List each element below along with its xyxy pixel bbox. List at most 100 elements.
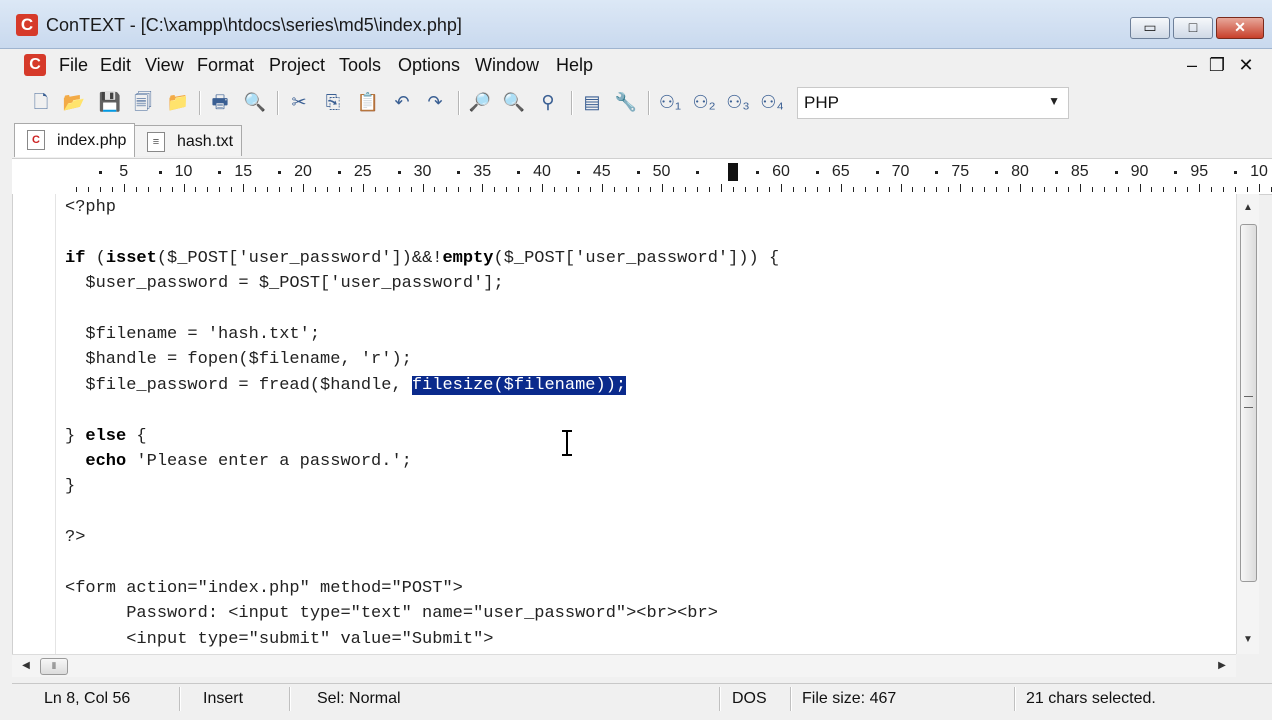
menu-help[interactable]: Help xyxy=(556,55,593,76)
ruler-tick xyxy=(518,187,520,192)
status-divider xyxy=(289,687,291,711)
ruler-tick xyxy=(1031,187,1033,192)
scroll-down-icon[interactable]: ▼ xyxy=(1237,630,1259,650)
code-line[interactable]: $file_password = fread($handle, filesize… xyxy=(65,374,627,398)
code-line[interactable]: } xyxy=(65,475,75,499)
ruler-label: 40 xyxy=(533,163,551,180)
open-file-icon[interactable]: 📂 xyxy=(61,89,87,115)
ruler-tick xyxy=(111,187,113,192)
ruler-tick xyxy=(314,187,316,192)
app-logo-icon: C xyxy=(16,14,38,36)
scroll-up-icon[interactable]: ▲ xyxy=(1237,198,1259,218)
horizontal-scroll-thumb[interactable]: ⦀ xyxy=(40,658,68,675)
menu-view[interactable]: View xyxy=(145,55,184,76)
code-line[interactable]: $handle = fopen($filename, 'r'); xyxy=(65,348,411,372)
column-ruler: 5 10 15 20 25 30 35 40 45 50 5 60 65 70 75 80 85 90 95 10 xyxy=(12,158,1272,195)
find-next-icon[interactable]: 🔍 xyxy=(501,89,527,115)
ruler-tick xyxy=(589,187,591,192)
tools-icon[interactable]: 🔧 xyxy=(613,89,639,115)
mdi-restore-button[interactable]: ❐ xyxy=(1207,55,1227,76)
code-line[interactable]: <input type="submit" value="Submit"> xyxy=(65,628,493,652)
menu-bar: C File Edit View Format Project Tools Op… xyxy=(0,49,1272,82)
ruler-tick xyxy=(434,187,436,192)
language-select[interactable]: PHP ▼ xyxy=(797,87,1069,119)
user-exec-4-icon[interactable]: ⚇₄ xyxy=(757,89,787,115)
menu-tools[interactable]: Tools xyxy=(339,55,381,76)
ruler-tick xyxy=(1199,184,1201,192)
code-line[interactable]: $filename = 'hash.txt'; xyxy=(65,323,320,347)
open-folder-icon[interactable]: 📁 xyxy=(165,89,191,115)
ruler-tick xyxy=(386,187,388,192)
copy-icon[interactable]: ⎘ xyxy=(320,89,346,115)
ruler-tick xyxy=(745,187,747,192)
insert-mode[interactable]: Insert xyxy=(203,684,243,714)
replace-icon[interactable]: ⚲ xyxy=(535,89,561,115)
new-file-icon[interactable]: 🗋 xyxy=(28,89,54,115)
paste-icon[interactable]: 📋 xyxy=(355,89,381,115)
ruler-label: 75 xyxy=(951,163,970,180)
ruler-tick xyxy=(1187,187,1189,192)
ruler-dot xyxy=(1174,171,1178,174)
menu-edit[interactable]: Edit xyxy=(100,55,131,76)
minimize-button[interactable]: ▭ xyxy=(1130,17,1170,39)
ruler-tick xyxy=(1175,187,1177,192)
code-line[interactable]: } else { xyxy=(65,425,147,449)
print-preview-icon[interactable]: 🔍 xyxy=(242,89,268,115)
ruler-cursor-marker xyxy=(728,163,739,181)
code-editor[interactable]: <?php if (isset($_POST['user_password'])&… xyxy=(12,194,1237,654)
tab-index-php[interactable]: C index.php xyxy=(14,123,135,157)
menu-window[interactable]: Window xyxy=(475,55,539,76)
user-exec-3-icon[interactable]: ⚇₃ xyxy=(723,89,753,115)
ruler-tick xyxy=(1067,187,1069,192)
options-icon[interactable]: ▤ xyxy=(579,89,605,115)
ruler-tick xyxy=(99,187,101,192)
code-line[interactable]: $user_password = $_POST['user_password']… xyxy=(65,272,503,296)
vertical-scroll-thumb[interactable] xyxy=(1240,224,1257,582)
code-line[interactable]: ?> xyxy=(65,526,85,550)
ruler-tick xyxy=(553,187,555,192)
ruler-tick xyxy=(494,187,496,192)
maximize-button[interactable]: □ xyxy=(1173,17,1213,39)
code-line[interactable]: <form action="index.php" method="POST"> xyxy=(65,577,463,601)
tab-hash-txt[interactable]: ≡ hash.txt xyxy=(134,125,242,156)
menu-options[interactable]: Options xyxy=(398,55,460,76)
mdi-minimize-button[interactable]: ‒ xyxy=(1182,55,1202,76)
save-all-icon[interactable]: 🗐 xyxy=(130,89,156,115)
code-line[interactable]: echo 'Please enter a password.'; xyxy=(65,450,411,474)
line-endings[interactable]: DOS xyxy=(732,684,767,714)
scroll-right-icon[interactable]: ▶ xyxy=(1212,655,1232,677)
ruler-dot xyxy=(696,171,700,174)
close-button[interactable]: ✕ xyxy=(1216,17,1264,39)
selection-mode[interactable]: Sel: Normal xyxy=(317,684,401,714)
menu-file[interactable]: File xyxy=(59,55,88,76)
ruler-tick xyxy=(888,187,890,192)
status-divider xyxy=(719,687,721,711)
ruler-tick xyxy=(649,187,651,192)
ruler-label: 85 xyxy=(1070,163,1089,180)
print-icon[interactable]: 🖶 xyxy=(207,89,233,115)
user-exec-1-icon[interactable]: ⚇₁ xyxy=(655,89,685,115)
scroll-left-icon[interactable]: ◀ xyxy=(16,655,36,677)
horizontal-scrollbar[interactable]: ◀ ⦀ ▶ xyxy=(12,654,1236,677)
find-icon[interactable]: 🔎 xyxy=(467,89,493,115)
code-line[interactable]: Password: <input type="text" name="user_… xyxy=(65,602,718,626)
redo-icon[interactable]: ↷ xyxy=(422,89,448,115)
save-icon[interactable]: 💾 xyxy=(97,89,123,115)
chevron-down-icon[interactable]: ▼ xyxy=(1048,94,1060,108)
undo-icon[interactable]: ↶ xyxy=(389,89,415,115)
user-exec-2-icon[interactable]: ⚇₂ xyxy=(689,89,719,115)
selected-text[interactable]: filesize($filename)); xyxy=(411,375,627,395)
menu-project[interactable]: Project xyxy=(269,55,325,76)
ruler-tick xyxy=(757,187,759,192)
ruler-tick xyxy=(75,187,77,192)
ruler-tick xyxy=(996,187,998,192)
code-line[interactable]: if (isset($_POST['user_password'])&&!emp… xyxy=(65,247,779,271)
menu-format[interactable]: Format xyxy=(197,55,254,76)
vertical-scrollbar[interactable]: ▲ ▼ xyxy=(1236,194,1259,654)
cut-icon[interactable]: ✂ xyxy=(286,89,312,115)
toolbar-separator xyxy=(277,91,279,115)
ruler-tick xyxy=(362,184,364,192)
mdi-close-button[interactable]: ✕ xyxy=(1236,55,1256,76)
code-line[interactable]: <?php xyxy=(65,196,116,220)
document-menu-icon[interactable]: C xyxy=(24,54,46,76)
